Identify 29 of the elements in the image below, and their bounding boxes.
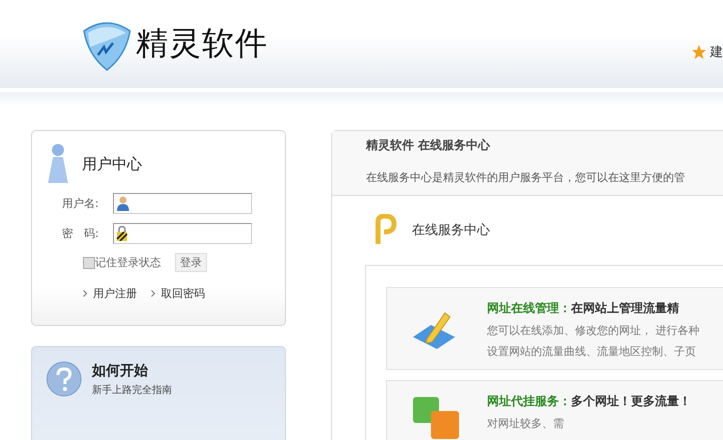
service-description: 您可以在线添加、修改您的网址， 进行各种	[487, 323, 700, 338]
user-figure-icon	[47, 143, 69, 185]
chevron-icon	[151, 290, 155, 297]
user-icon	[116, 196, 130, 211]
remember-checkbox[interactable]	[83, 256, 95, 268]
password-label: 密 码:	[62, 226, 100, 241]
logo-text: 精灵软件	[136, 23, 268, 64]
username-field[interactable]	[113, 193, 252, 214]
account-link[interactable]: 取回密码	[161, 286, 205, 301]
star-icon	[691, 44, 707, 60]
suggestion-link[interactable]: 建	[710, 43, 723, 61]
service-description: 对网址较多、需	[487, 416, 565, 431]
account-link[interactable]: 用户注册	[93, 286, 137, 301]
password-field[interactable]	[113, 223, 252, 244]
chevron-icon	[83, 290, 87, 297]
padlock-icon	[116, 226, 128, 241]
section-title: 在线服务中心	[412, 222, 490, 239]
card-title: 用户中心	[82, 154, 142, 174]
username-label: 用户名:	[62, 196, 100, 211]
remember-label: 记住登录状态	[95, 255, 161, 270]
login-button[interactable]: 登录	[175, 253, 207, 272]
panel-title: 精灵软件 在线服务中心	[366, 137, 492, 154]
guide-title[interactable]: 如何开始	[92, 362, 172, 380]
service-title: 网址代挂服务：多个网址！更多流量！	[487, 393, 691, 410]
guide-subtitle: 新手上路完全指南	[92, 384, 172, 396]
service-description: 设置网站的流量曲线、流量地区控制、子页	[487, 344, 697, 359]
question-icon	[46, 361, 82, 397]
service-title: 网址在线管理：在网站上管理流量精	[487, 300, 680, 317]
panel-description: 在线服务中心是精灵软件的用户服务平台，您可以在这里方便的管	[366, 170, 686, 185]
